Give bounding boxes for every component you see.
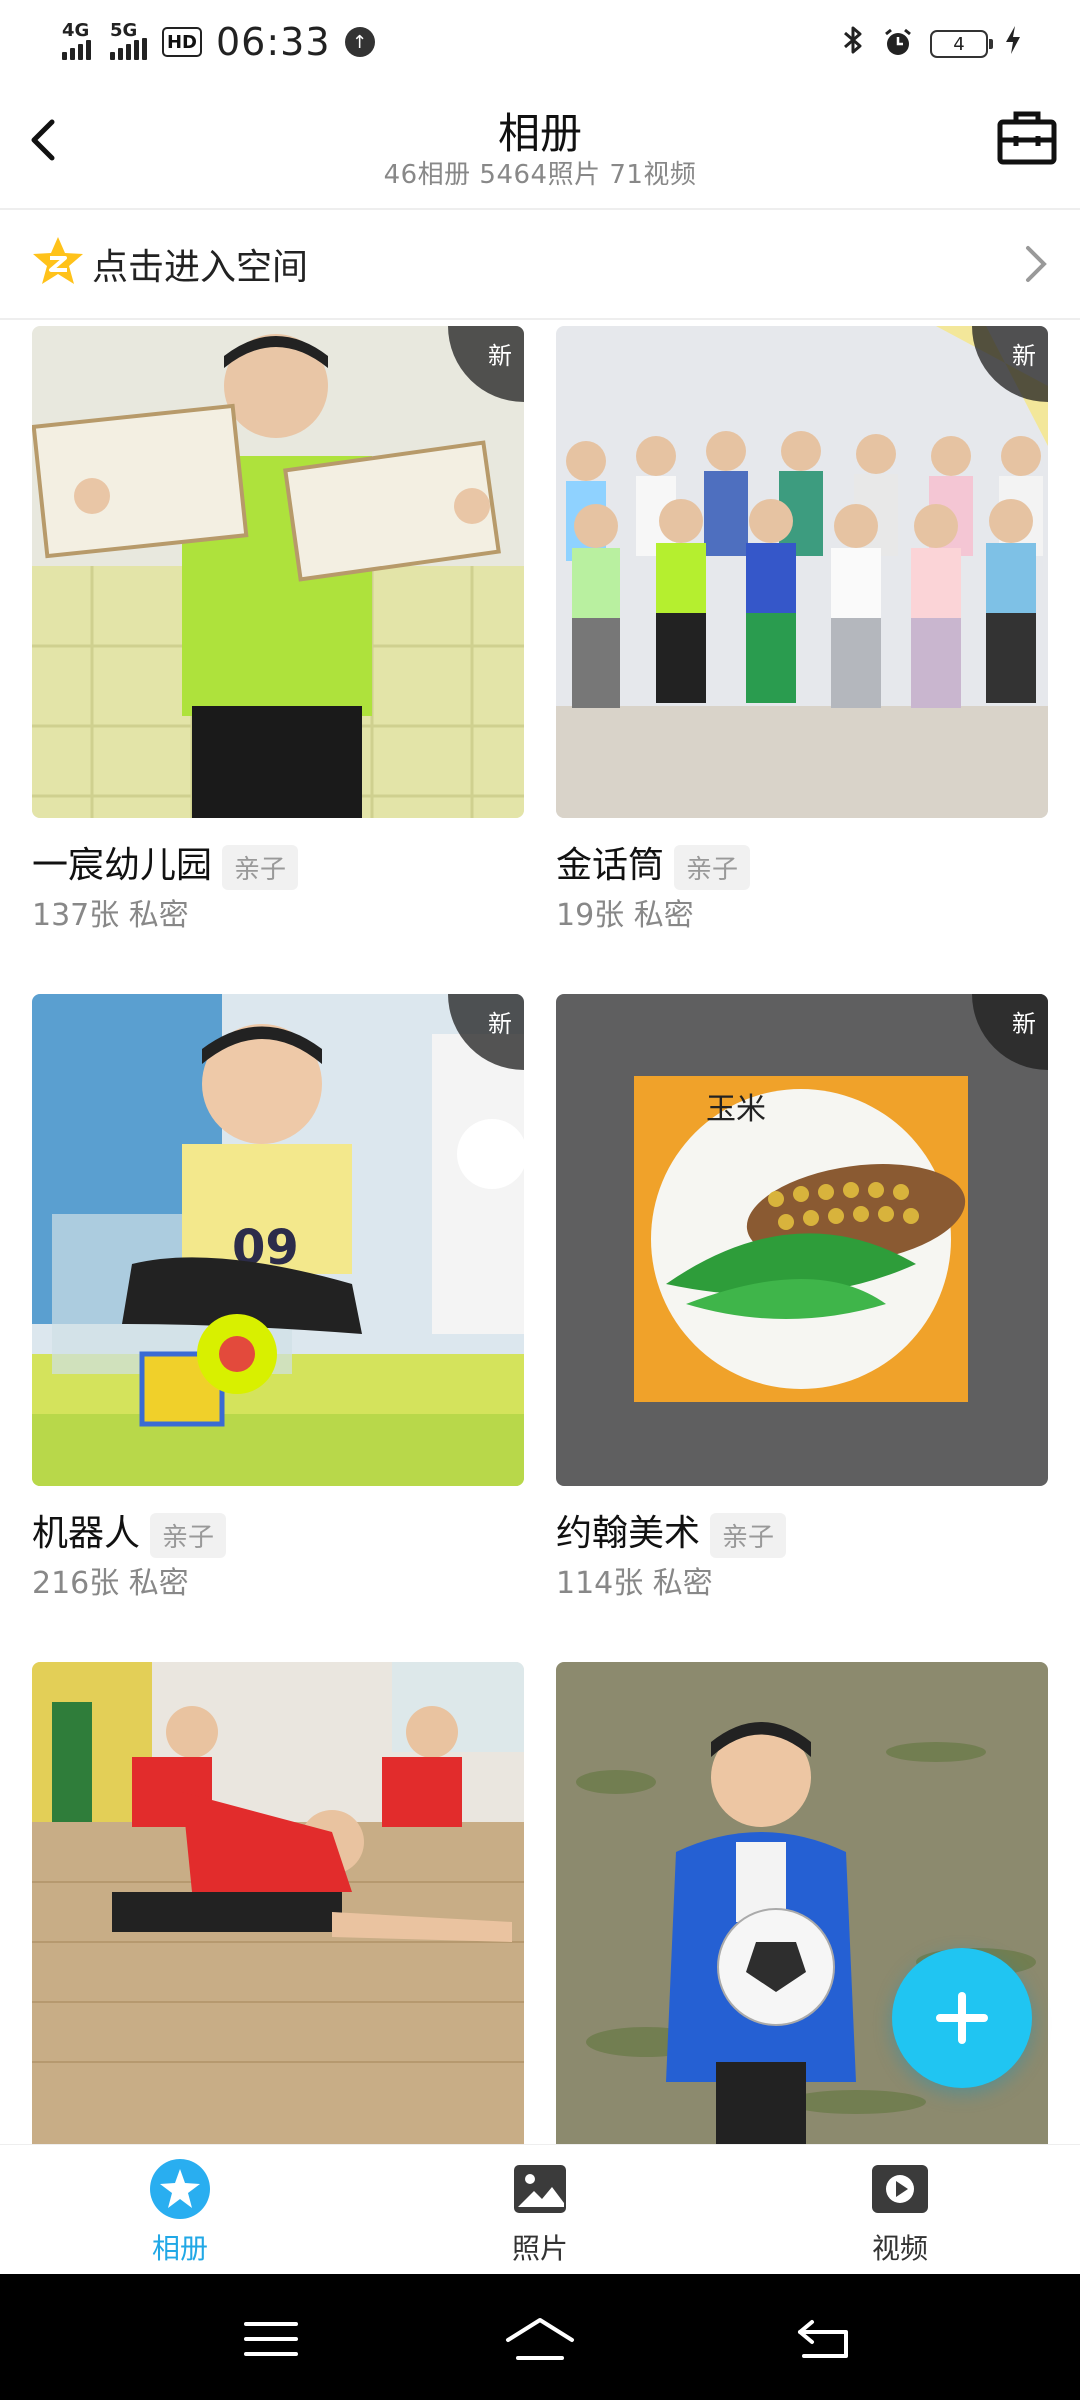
album-title: 一宸幼儿园 亲子	[32, 836, 299, 890]
album-title: 金话筒 亲子	[556, 836, 751, 890]
add-album-button[interactable]	[892, 1948, 1032, 2088]
battery-icon: 4	[930, 30, 993, 58]
clock: 06:33	[216, 20, 331, 64]
hd-icon: HD	[162, 27, 202, 57]
bluetooth-icon	[840, 24, 866, 64]
album-title: 机器人 亲子	[32, 1504, 227, 1558]
signal-4g-icon: 4G	[62, 20, 96, 60]
toolbox-button[interactable]	[996, 106, 1058, 168]
album-title: 约翰美术 亲子	[556, 1504, 787, 1558]
new-badge-label: 新	[1012, 1010, 1036, 1038]
album-name: 金话筒	[556, 845, 665, 886]
alarm-icon	[882, 26, 914, 62]
return-icon	[798, 2320, 848, 2358]
header: 相册 46相册 5464照片 71视频	[0, 84, 1080, 210]
tab-label: 照片	[511, 2232, 568, 2265]
enter-space-row[interactable]: 点击进入空间	[0, 210, 1080, 320]
photo-icon	[514, 2165, 566, 2213]
album-tag: 亲子	[674, 844, 751, 890]
menu-button[interactable]	[236, 2314, 306, 2364]
chevron-right-icon	[1018, 240, 1054, 288]
signal-5g-icon: 5G	[110, 20, 148, 60]
tab-photos[interactable]: 照片	[440, 2157, 640, 2267]
album-stats: 46相册 5464照片 71视频	[383, 160, 697, 190]
tab-videos[interactable]: 视频	[800, 2157, 1000, 2267]
status-bar: 4G 5G HD 06:33 ↑ 4	[0, 0, 1080, 84]
album-meta: 19张 私密	[556, 898, 694, 933]
new-badge-label: 新	[488, 342, 512, 370]
system-navigation-bar	[0, 2274, 1080, 2400]
qzone-star-icon	[30, 234, 86, 290]
signal-label: 5G	[110, 20, 138, 41]
kids-stretching-photo	[32, 1662, 524, 2146]
menu-icon	[244, 2322, 298, 2356]
album-icon	[150, 2159, 210, 2219]
tab-albums[interactable]: 相册	[80, 2157, 280, 2267]
album-tag: 亲子	[222, 844, 299, 890]
svg-text:玉米: 玉米	[706, 1092, 766, 1127]
charging-icon	[1004, 25, 1022, 63]
tab-label: 视频	[871, 2232, 928, 2265]
corn-painting-photo: 玉米	[556, 994, 1048, 1486]
album-name: 一宸幼儿园	[32, 845, 213, 886]
boy-certificates-photo	[32, 326, 524, 818]
page-title: 相册	[497, 109, 582, 158]
album-meta: 216张 私密	[32, 1566, 189, 1601]
album-tag: 亲子	[150, 1512, 227, 1558]
video-icon	[872, 2165, 928, 2213]
album-cover[interactable]: 09 新	[32, 994, 524, 1486]
home-icon	[506, 2318, 574, 2360]
new-badge-label: 新	[1012, 342, 1036, 370]
album-cover[interactable]	[32, 1662, 524, 2146]
album-cover[interactable]: 新	[556, 326, 1048, 818]
bottom-nav: 相册 照片 视频	[0, 2144, 1080, 2275]
home-button[interactable]	[504, 2314, 574, 2364]
toolbox-icon	[997, 111, 1057, 165]
album-meta: 114张 私密	[556, 1566, 713, 1601]
album-cover[interactable]: 新	[32, 326, 524, 818]
back-system-button[interactable]	[790, 2314, 860, 2364]
boy-robot-photo: 09	[32, 994, 524, 1486]
children-group-photo	[556, 326, 1048, 818]
album-meta: 137张 私密	[32, 898, 189, 933]
enter-space-label: 点击进入空间	[92, 247, 309, 288]
upload-icon: ↑	[344, 27, 375, 57]
album-tag: 亲子	[710, 1512, 787, 1558]
new-badge-label: 新	[488, 1010, 512, 1038]
signal-label: 4G	[62, 20, 90, 41]
album-cover[interactable]: 玉米 新	[556, 994, 1048, 1486]
tab-label: 相册	[151, 2232, 208, 2265]
album-name: 约翰美术	[556, 1513, 701, 1554]
album-name: 机器人	[32, 1513, 141, 1554]
